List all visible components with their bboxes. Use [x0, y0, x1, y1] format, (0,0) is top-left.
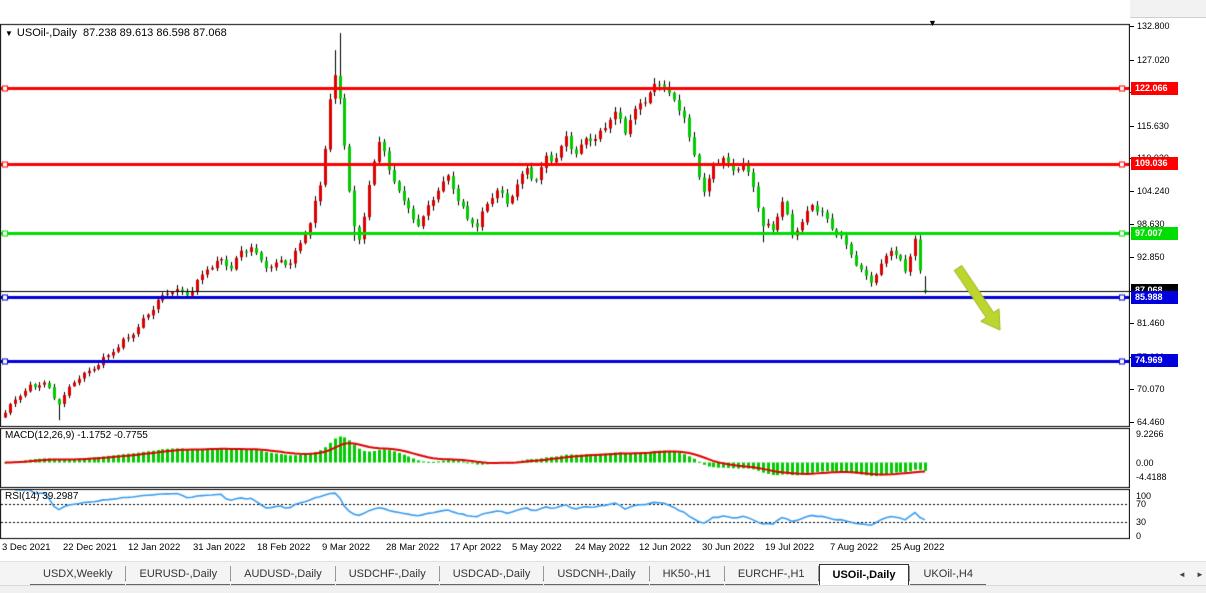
- chart-tab-ukoil-h4[interactable]: UKOil-,H4: [910, 564, 986, 585]
- chart-title: ▼ USOil-,Daily 87.238 89.613 86.598 87.06…: [5, 27, 227, 39]
- date-axis-label: 9 Mar 2022: [322, 542, 370, 553]
- date-axis-label: 31 Jan 2022: [193, 542, 245, 553]
- rsi-axis-label: 70: [1136, 499, 1146, 509]
- chart-tab-hk50-h1[interactable]: HK50-,H1: [650, 564, 724, 585]
- rsi-axis-label: 0: [1136, 531, 1141, 541]
- date-axis-label: 19 Jul 2022: [765, 542, 814, 553]
- price-axis-tick-label: 132.800: [1137, 21, 1170, 31]
- chart-tab-usdcad-daily[interactable]: USDCAD-,Daily: [440, 564, 544, 585]
- price-axis-tick-label: 81.460: [1137, 318, 1165, 328]
- chart-tab-audusd-daily[interactable]: AUDUSD-,Daily: [231, 564, 335, 585]
- date-axis-label: 28 Mar 2022: [386, 542, 439, 553]
- tab-scroll-right-icon[interactable]: ►: [1196, 570, 1204, 579]
- tab-scroll-left-icon[interactable]: ◄: [1178, 570, 1186, 579]
- date-axis-label: 24 May 2022: [575, 542, 630, 553]
- price-axis-tick-label: 115.630: [1137, 121, 1169, 131]
- chart-tab-usdcnh-daily[interactable]: USDCNH-,Daily: [544, 564, 648, 585]
- price-line-label: 74.969: [1131, 354, 1178, 367]
- date-axis-label: 3 Dec 2021: [2, 542, 51, 553]
- rsi-axis-label: 30: [1136, 517, 1146, 527]
- price-line-label: 97.007: [1131, 227, 1178, 240]
- chart-ohlc-quote: 87.238 89.613 86.598 87.068: [83, 27, 227, 39]
- price-line-label: 109.036: [1131, 157, 1178, 170]
- price-axis-tick-mark: [1130, 422, 1134, 423]
- date-axis-label: 12 Jun 2022: [639, 542, 691, 553]
- chart-tab-eurchf-h1[interactable]: EURCHF-,H1: [725, 564, 818, 585]
- rsi-indicator-label: RSI(14) 39.2987: [5, 491, 78, 502]
- macd-axis-label: 9.2266: [1136, 429, 1164, 439]
- macd-indicator-label: MACD(12,26,9) -1.1752 -0.7755: [5, 430, 148, 441]
- date-axis-label: 18 Feb 2022: [257, 542, 310, 553]
- date-axis-label: 22 Dec 2021: [63, 542, 117, 553]
- price-axis-tick-label: 127.020: [1137, 55, 1170, 65]
- date-axis-label: 7 Aug 2022: [830, 542, 878, 553]
- price-axis-tick-mark: [1130, 224, 1134, 225]
- price-axis-tick-mark: [1130, 60, 1134, 61]
- date-axis-label: 25 Aug 2022: [891, 542, 944, 553]
- chart-shift-marker-icon[interactable]: ▼: [928, 18, 937, 28]
- chart-tab-usoil-daily[interactable]: USOil-,Daily: [819, 564, 910, 585]
- price-axis-tick-mark: [1130, 26, 1134, 27]
- chart-canvas[interactable]: [0, 0, 1130, 560]
- price-axis-tick-label: 92.850: [1137, 252, 1165, 262]
- trading-terminal-window: 5M30H1H4D1W1MN ▼USOil-,Daily 87.238 89.6…: [0, 0, 1206, 593]
- price-axis-tick-mark: [1130, 257, 1134, 258]
- status-strip: [0, 585, 1206, 593]
- date-axis-label: 5 May 2022: [512, 542, 562, 553]
- chart-tab-usdx-weekly[interactable]: USDX,Weekly: [30, 564, 125, 585]
- chart-tab-eurusd-daily[interactable]: EURUSD-,Daily: [126, 564, 230, 585]
- price-axis-tick-label: 104.240: [1137, 186, 1170, 196]
- date-axis-label: 30 Jun 2022: [702, 542, 754, 553]
- date-axis-label: 17 Apr 2022: [450, 542, 501, 553]
- macd-axis-label: 0.00: [1136, 458, 1154, 468]
- date-axis-label: 12 Jan 2022: [128, 542, 180, 553]
- chart-tab-bar: USDX,WeeklyEURUSD-,DailyAUDUSD-,DailyUSD…: [0, 561, 1206, 585]
- price-axis-tick-mark: [1130, 126, 1134, 127]
- macd-axis-label: -4.4188: [1136, 472, 1167, 482]
- price-line-label: 122.066: [1131, 82, 1178, 95]
- chart-tab-usdchf-daily[interactable]: USDCHF-,Daily: [336, 564, 439, 585]
- price-axis-tick-label: 64.460: [1137, 417, 1165, 427]
- price-axis-tick-mark: [1130, 191, 1134, 192]
- price-line-label: 85.988: [1131, 291, 1178, 304]
- price-axis-tick-mark: [1130, 323, 1134, 324]
- symbol-dropdown-triangle-icon[interactable]: ▼: [5, 29, 13, 38]
- price-axis-tick-mark: [1130, 389, 1134, 390]
- chart-symbol-label: USOil-,Daily: [17, 27, 77, 39]
- price-axis-tick-label: 70.070: [1137, 384, 1165, 394]
